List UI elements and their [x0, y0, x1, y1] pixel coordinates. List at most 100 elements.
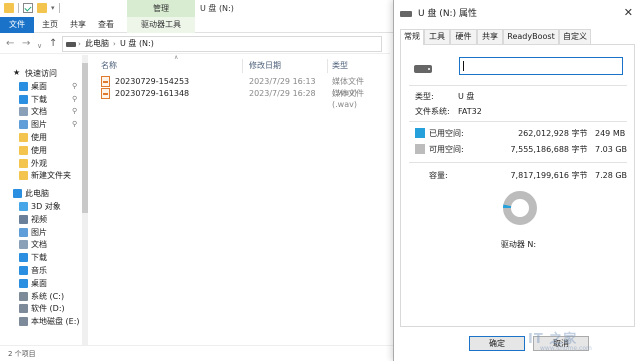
ok-button[interactable]: 确定 [469, 336, 525, 351]
sidebar-item-label: 使用 [31, 145, 47, 155]
sidebar-item-label: 图片 [31, 120, 47, 130]
pin-icon: ⚲ [72, 120, 78, 129]
sidebar-item[interactable]: 图片 [0, 226, 90, 239]
folder-icon[interactable] [4, 3, 14, 13]
customize-toolbar-icon[interactable]: ▾ [51, 4, 55, 12]
tab-view[interactable]: 查看 [96, 17, 116, 33]
sidebar-scrollbar-thumb[interactable] [82, 63, 88, 213]
column-header-type[interactable]: 类型 [332, 60, 348, 72]
used-space-label: 已用空间: [429, 129, 464, 138]
chevron-right-icon[interactable]: › [113, 37, 116, 51]
tab-general[interactable]: 常规 [400, 29, 424, 45]
sidebar-item[interactable]: 软件 (D:) [0, 302, 90, 315]
sidebar-item[interactable]: 本地磁盘 (E:) [0, 315, 90, 328]
free-space-bytes: 7,555,186,688 字节 [510, 145, 588, 154]
column-divider[interactable] [327, 59, 328, 73]
sidebar-item[interactable]: 使用 [0, 144, 90, 157]
usage-donut-chart [503, 191, 537, 225]
sidebar-item-label: 使用 [31, 133, 47, 142]
sidebar-item[interactable]: 3D 对象 [0, 200, 90, 213]
free-space-size: 7.03 GB [595, 145, 628, 154]
drive-icon [19, 304, 28, 314]
audio-file-icon [101, 88, 110, 99]
sidebar-item[interactable]: 下载 ⚲ [0, 93, 90, 106]
properties-check-icon[interactable] [23, 3, 33, 13]
watermark-url: www.ithome.com [540, 345, 592, 352]
folder-icon [19, 133, 28, 142]
file-row[interactable]: 20230729-154253 2023/7/29 16:13 媒体文件(.wav) [98, 76, 388, 97]
up-arrow-icon[interactable]: ↑ [49, 38, 57, 50]
audio-file-icon [101, 76, 110, 87]
column-divider[interactable] [242, 59, 243, 73]
sidebar-item[interactable]: 图片 ⚲ [0, 118, 90, 131]
chevron-right-icon[interactable]: › [78, 37, 81, 51]
file-row[interactable]: 20230729-161348 2023/7/29 16:28 媒体文件(.wav) [98, 88, 388, 109]
tab-drive-tools[interactable]: 驱动器工具 [127, 17, 195, 33]
tab-hardware[interactable]: 硬件 [450, 29, 477, 44]
tab-sharing[interactable]: 共享 [477, 29, 503, 44]
capacity-size: 7.28 GB [595, 171, 628, 180]
navigation-pane: 本地磁盘 (E:) 软件 (D:) 系统 (C:) 桌面 音乐 下载 文档 图片 视频 3D 对象… [0, 55, 90, 345]
sidebar-item-label: 外观 [31, 158, 47, 168]
tab-readyboost[interactable]: ReadyBoost [503, 29, 559, 44]
sidebar-item[interactable]: 新建文件夹 [0, 169, 90, 182]
sidebar-item-label: 桌面 [31, 81, 47, 91]
file-modified: 2023/7/29 16:13 [249, 77, 316, 86]
star-icon: ★ [13, 68, 21, 77]
column-header-modified[interactable]: 修改日期 [249, 60, 281, 72]
sidebar-scrollbar[interactable] [82, 55, 88, 345]
file-type: 媒体文件(.wav) [332, 89, 364, 109]
sidebar-item[interactable]: 文档 [0, 238, 90, 251]
breadcrumb-drive[interactable]: U 盘 (N:) [120, 37, 154, 51]
type-value: U 盘 [458, 92, 475, 101]
sidebar-item-label: 快速访问 [25, 69, 57, 78]
sidebar-item-label: 新建文件夹 [31, 171, 71, 181]
back-arrow-icon[interactable]: ← [6, 38, 14, 50]
tab-customize[interactable]: 自定义 [559, 29, 591, 44]
new-folder-icon[interactable] [37, 3, 47, 13]
tab-home[interactable]: 主页 [38, 17, 62, 33]
sidebar-item[interactable]: 文档 ⚲ [0, 105, 90, 118]
tab-file[interactable]: 文件 [0, 17, 34, 33]
sidebar-item-label: 3D 对象 [31, 202, 61, 211]
file-modified: 2023/7/29 16:28 [249, 89, 316, 98]
sidebar-item-label: 此电脑 [25, 189, 49, 199]
sidebar-item-label: 图片 [31, 227, 47, 237]
sidebar-item[interactable]: 下载 [0, 251, 90, 264]
tab-tools[interactable]: 工具 [424, 29, 450, 44]
volume-name-input[interactable] [459, 57, 623, 75]
address-input[interactable]: › 此电脑 › U 盘 (N:) [62, 36, 382, 52]
sidebar-item-label: 下载 [31, 253, 47, 263]
sidebar-item[interactable]: 外观 [0, 157, 90, 170]
sidebar-item-label: 文档 [31, 240, 47, 250]
sidebar-item[interactable]: ★ 快速访问 [0, 67, 90, 80]
sidebar-item[interactable]: 视频 [0, 213, 90, 226]
sort-up-icon: ∧ [174, 54, 179, 61]
sidebar-item[interactable]: 系统 (C:) [0, 290, 90, 303]
usb-drive-icon [414, 65, 432, 73]
tab-share[interactable]: 共享 [68, 17, 88, 33]
folder-icon [19, 145, 28, 155]
file-name: 20230729-161348 [115, 89, 190, 98]
breadcrumb-this-pc[interactable]: 此电脑 [85, 37, 109, 51]
divider [409, 162, 627, 163]
file-list: 名称 ∧ 修改日期 类型 20230729-154253 2023/7/29 16… [92, 54, 392, 345]
toolbar-separator [58, 3, 60, 13]
sidebar-item[interactable]: 桌面 ⚲ [0, 80, 90, 93]
column-header-name[interactable]: 名称 [101, 60, 117, 72]
drive-icon [19, 317, 28, 327]
properties-dialog: U 盘 (N:) 属性 ✕ 常规 工具 硬件 共享 ReadyBoost 自定义… [393, 0, 640, 361]
forward-arrow-icon[interactable]: → [22, 38, 30, 50]
close-icon[interactable]: ✕ [624, 7, 633, 19]
recent-locations-chevron-icon[interactable]: ∨ [37, 40, 42, 52]
download-icon [19, 253, 28, 263]
sidebar-item-label: 桌面 [31, 278, 47, 288]
manage-context-header: 管理 [127, 0, 195, 17]
used-space-bytes: 262,012,928 字节 [518, 129, 588, 138]
sidebar-item-label: 软件 (D:) [31, 304, 65, 314]
sidebar-item[interactable]: 使用 [0, 131, 90, 144]
sidebar-item[interactable]: 音乐 [0, 264, 90, 277]
sidebar-item[interactable]: 桌面 [0, 277, 90, 290]
document-icon [19, 240, 28, 250]
sidebar-item[interactable]: 此电脑 [0, 187, 90, 200]
